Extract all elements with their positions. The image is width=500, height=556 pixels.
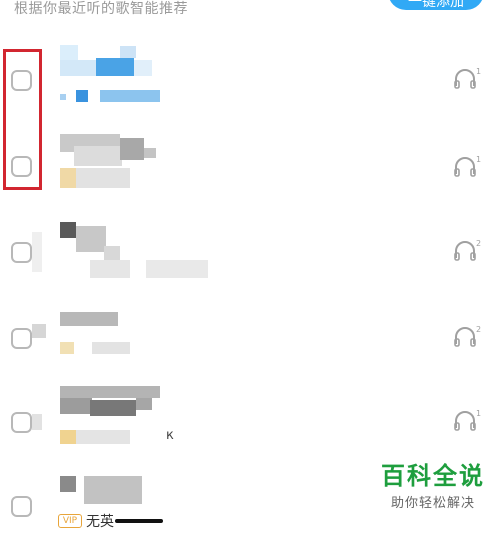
vip-badge: VIP xyxy=(58,514,82,528)
recommend-hint: 根据你最近听的歌智能推荐 xyxy=(14,1,188,17)
song-select-checkbox[interactable] xyxy=(11,242,32,263)
headphone-icon[interactable]: 1 xyxy=(452,408,482,434)
song-select-checkbox[interactable] xyxy=(11,496,32,517)
song-row[interactable]: 1 xyxy=(0,126,500,212)
song-title xyxy=(60,476,76,492)
watermark-subtitle: 助你轻松解决 xyxy=(390,496,475,511)
song-select-checkbox[interactable] xyxy=(11,328,32,349)
home-indicator xyxy=(115,519,163,523)
headphone-icon[interactable]: 2 xyxy=(452,238,482,264)
selection-highlight-box xyxy=(3,49,42,190)
song-title xyxy=(60,386,160,398)
song-artist xyxy=(60,342,74,354)
headphone-icon[interactable]: 1 xyxy=(452,66,482,92)
listen-count: 2 xyxy=(476,325,481,334)
song-select-checkbox[interactable] xyxy=(11,412,32,433)
song-row[interactable]: 2 xyxy=(0,298,500,384)
listen-count: 2 xyxy=(476,239,481,248)
listen-count: 1 xyxy=(476,409,481,418)
headphone-icon[interactable]: 1 xyxy=(452,154,482,180)
song-row[interactable]: 1 xyxy=(0,40,500,126)
song-artist xyxy=(90,260,130,278)
watermark-title: 百科全说 xyxy=(381,462,485,490)
song-title xyxy=(60,222,76,238)
add-all-button[interactable]: 一键添加 xyxy=(388,0,484,10)
song-title xyxy=(60,45,78,61)
headphone-icon[interactable]: 2 xyxy=(452,324,482,350)
song-artist xyxy=(76,90,88,102)
song-row[interactable]: к 1 xyxy=(0,384,500,470)
song-artist xyxy=(60,168,76,188)
song-artist: 无英 xyxy=(86,514,114,530)
watermark: 百科全说 助你轻松解决 xyxy=(374,462,492,511)
listen-count: 1 xyxy=(476,67,481,76)
song-artist xyxy=(60,430,76,444)
listen-count: 1 xyxy=(476,155,481,164)
song-title xyxy=(60,312,118,326)
song-row[interactable]: 2 xyxy=(0,212,500,298)
